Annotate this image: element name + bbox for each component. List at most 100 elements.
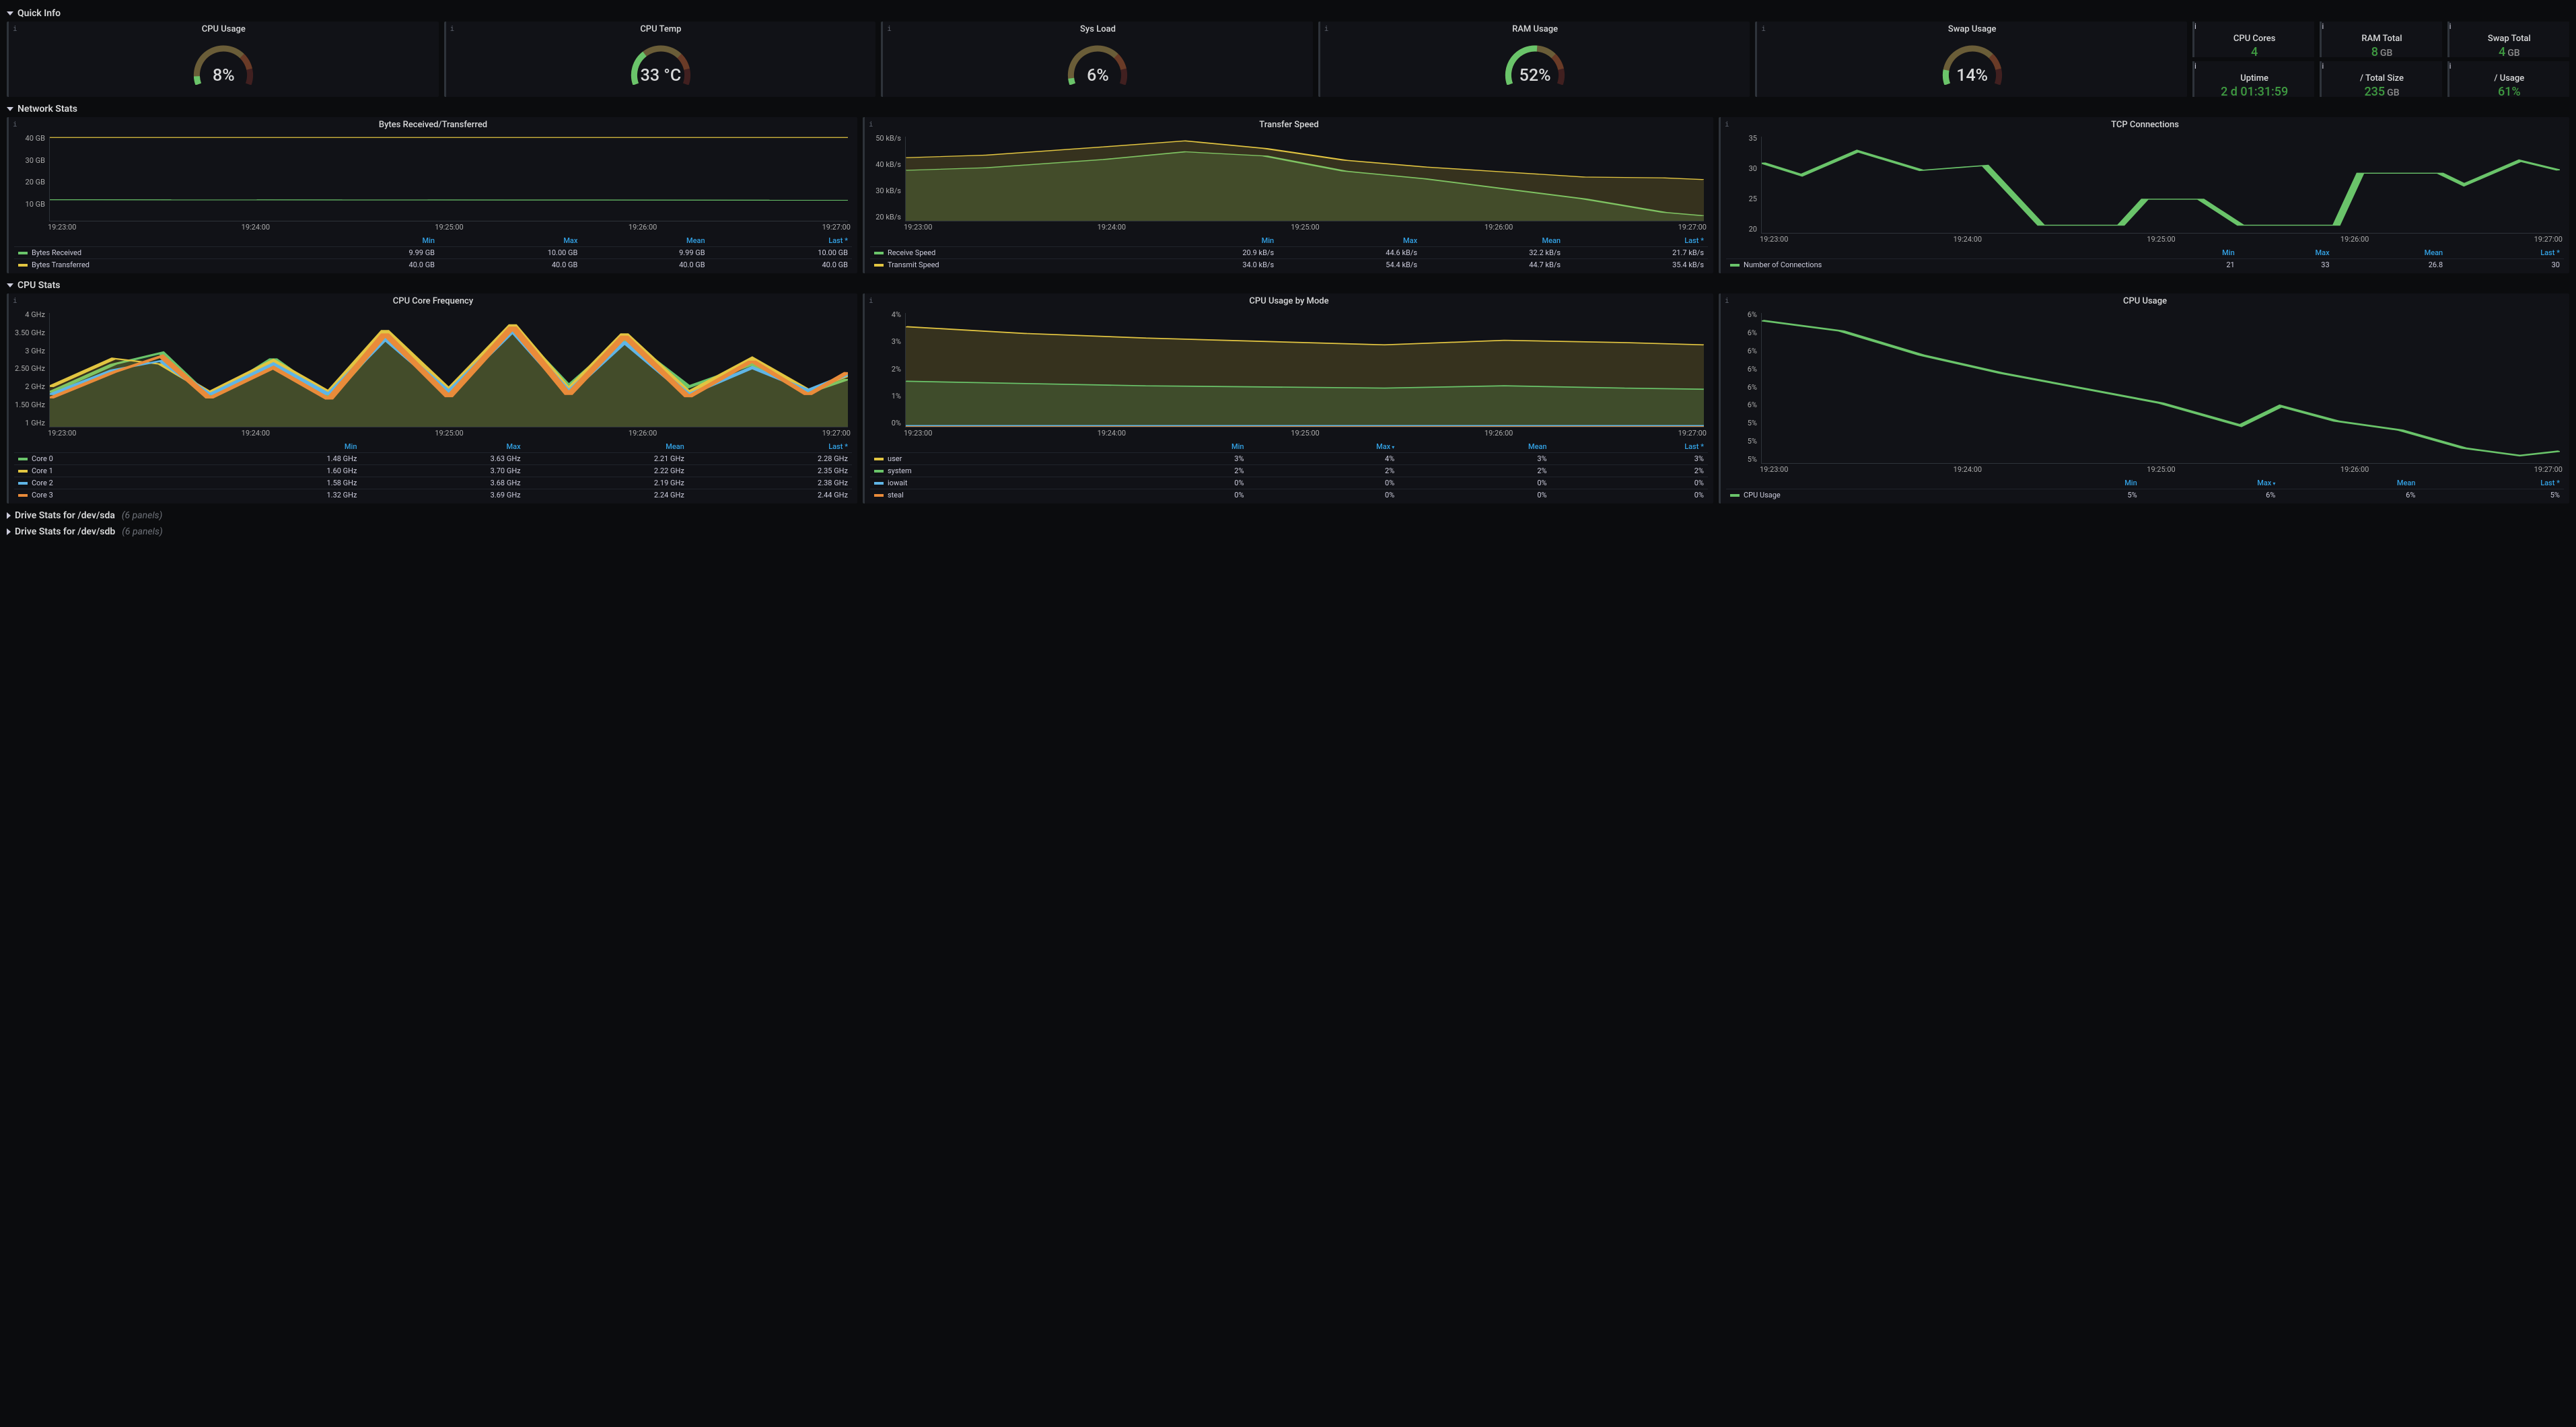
col-mean[interactable]: Mean [1421,235,1565,247]
row-title: Quick Info [17,8,61,19]
col-max[interactable]: Max [2239,247,2334,259]
col-max[interactable]: Max [1248,441,1399,453]
gauge-swap_usage[interactable]: i Swap Usage 14% [1755,22,2187,97]
y-axis: 35302520 [1726,134,1760,234]
info-icon[interactable]: i [1761,24,1766,33]
legend-row[interactable]: Transmit Speed 34.0 kB/s54.4 kB/s44.7 kB… [870,259,1708,271]
info-icon[interactable]: i [2194,61,2196,71]
panel-bytes[interactable]: i Bytes Received/Transferred 40 GB30 GB2… [7,117,857,273]
info-icon[interactable]: i [1725,120,1729,129]
info-icon[interactable]: i [13,24,17,33]
row-quick-info[interactable]: Quick Info [7,5,2569,22]
col-max[interactable]: Max [2141,477,2280,489]
col-last[interactable]: Last * [1565,235,1708,247]
info-icon[interactable]: i [1725,296,1729,305]
plot-area[interactable] [905,313,1704,427]
legend-row[interactable]: user 3%4%3%3% [870,453,1708,465]
stat-uptime[interactable]: i Uptime 2 d 01:31:59 [2192,61,2314,97]
legend-row[interactable]: Core 3 1.32 GHz3.69 GHz2.24 GHz2.44 GHz [14,489,852,501]
stat-value: 4GB [2449,44,2569,59]
col-last[interactable]: Last * [2447,247,2564,259]
legend-row[interactable]: CPU Usage 5%6%6%5% [1726,489,2564,501]
panel-tcp[interactable]: i TCP Connections 35302520 19:23:0019:24… [1719,117,2569,273]
col-min[interactable]: Min [197,441,361,453]
stat-tsize[interactable]: i / Total Size 235GB [2320,61,2441,97]
gauge-value: 8% [9,66,439,85]
plot-area[interactable] [1761,137,2560,234]
chevron-down-icon [7,283,13,287]
info-icon[interactable]: i [13,120,17,129]
info-icon[interactable]: i [2194,22,2196,31]
gauge-cpu_usage[interactable]: i CPU Usage 8% [7,22,439,97]
col-min[interactable]: Min [2033,477,2141,489]
info-icon[interactable]: i [869,296,873,305]
row-cpu-stats[interactable]: CPU Stats [7,277,2569,293]
info-icon[interactable]: i [2322,22,2324,31]
col-max[interactable]: Max [1278,235,1421,247]
gauge-value: 33 °C [446,66,876,85]
panel-cpufreq[interactable]: i CPU Core Frequency 4 GHz3.50 GHz3 GHz2… [7,293,857,503]
gauge-ram_usage[interactable]: i RAM Usage 52% [1318,22,1750,97]
col-min[interactable]: Min [1131,441,1248,453]
info-icon[interactable]: i [869,120,873,129]
col-last[interactable]: Last * [688,441,852,453]
stat-ram[interactable]: i RAM Total 8GB [2320,22,2441,57]
plot-area[interactable] [49,313,848,427]
info-icon[interactable]: i [13,296,17,305]
col-last[interactable]: Last * [2419,477,2564,489]
legend-row[interactable]: Core 2 1.58 GHz3.68 GHz2.19 GHz2.38 GHz [14,477,852,489]
col-min[interactable]: Min [1135,235,1278,247]
panel-title: Sys Load [883,22,1313,34]
info-icon[interactable]: i [887,24,892,33]
y-axis: 40 GB30 GB20 GB10 GB [14,134,48,221]
y-axis: 4%3%2%1%0% [870,310,904,427]
col-mean[interactable]: Mean [2279,477,2419,489]
info-icon[interactable]: i [450,24,455,33]
panel-cpumode[interactable]: i CPU Usage by Mode 4%3%2%1%0% 19:23:001… [863,293,1713,503]
col-min[interactable]: Min [2151,247,2239,259]
legend-row[interactable]: Bytes Transferred 40.0 GB40.0 GB40.0 GB4… [14,259,852,271]
gauge-sys_load[interactable]: i Sys Load 6% [881,22,1313,97]
row-network-stats[interactable]: Network Stats [7,101,2569,117]
legend-row[interactable]: Receive Speed 20.9 kB/s44.6 kB/s32.2 kB/… [870,247,1708,259]
col-mean[interactable]: Mean [2334,247,2447,259]
row-drive-sda[interactable]: Drive Stats for /dev/sda (6 panels) [7,508,2569,524]
info-icon[interactable]: i [1324,24,1329,33]
stat-cores[interactable]: i CPU Cores 4 [2192,22,2314,57]
col-last[interactable]: Last * [1551,441,1708,453]
legend-row[interactable]: Number of Connections 213326.830 [1726,259,2564,271]
col-mean[interactable]: Mean [525,441,688,453]
info-icon[interactable]: i [2449,22,2452,31]
row-drive-sdb[interactable]: Drive Stats for /dev/sdb (6 panels) [7,524,2569,540]
gauge-cpu_temp[interactable]: i CPU Temp 33 °C [444,22,876,97]
legend-row[interactable]: Bytes Received 9.99 GB10.00 GB9.99 GB10.… [14,247,852,259]
panel-title: CPU Temp [446,22,876,34]
info-icon[interactable]: i [2449,61,2452,71]
panel-speed[interactable]: i Transfer Speed 50 kB/s40 kB/s30 kB/s20… [863,117,1713,273]
legend-row[interactable]: Core 0 1.48 GHz3.63 GHz2.21 GHz2.28 GHz [14,453,852,465]
plot-area[interactable] [1761,313,2560,464]
x-axis: 19:23:0019:24:0019:25:0019:26:0019:27:00 [1760,235,2563,246]
panel-cpuusage[interactable]: i CPU Usage 6%6%6%6%6%6%5%5%5% 19:23:001… [1719,293,2569,503]
x-axis: 19:23:0019:24:0019:25:0019:26:0019:27:00 [904,223,1707,234]
plot-area[interactable] [49,137,848,221]
plot-area[interactable] [905,137,1704,221]
col-min[interactable]: Min [312,235,439,247]
col-mean[interactable]: Mean [581,235,709,247]
col-max[interactable]: Max [439,235,581,247]
chevron-right-icon [7,528,11,535]
stat-swap[interactable]: i Swap Total 4GB [2447,22,2569,57]
legend-row[interactable]: Core 1 1.60 GHz3.70 GHz2.22 GHz2.35 GHz [14,465,852,477]
legend-row[interactable]: iowait 0%0%0%0% [870,477,1708,489]
stat-tusage[interactable]: i / Usage 61% [2447,61,2569,97]
info-icon[interactable]: i [2322,61,2324,71]
legend-row[interactable]: steal 0%0%0%0% [870,489,1708,501]
panel-title: Transfer Speed [865,117,1713,130]
stat-label: / Total Size [2322,71,2441,83]
row-hint: (6 panels) [122,526,162,537]
legend-row[interactable]: system 2%2%2%2% [870,465,1708,477]
col-last[interactable]: Last * [709,235,852,247]
chevron-down-icon [7,11,13,15]
col-mean[interactable]: Mean [1398,441,1550,453]
col-max[interactable]: Max [361,441,524,453]
